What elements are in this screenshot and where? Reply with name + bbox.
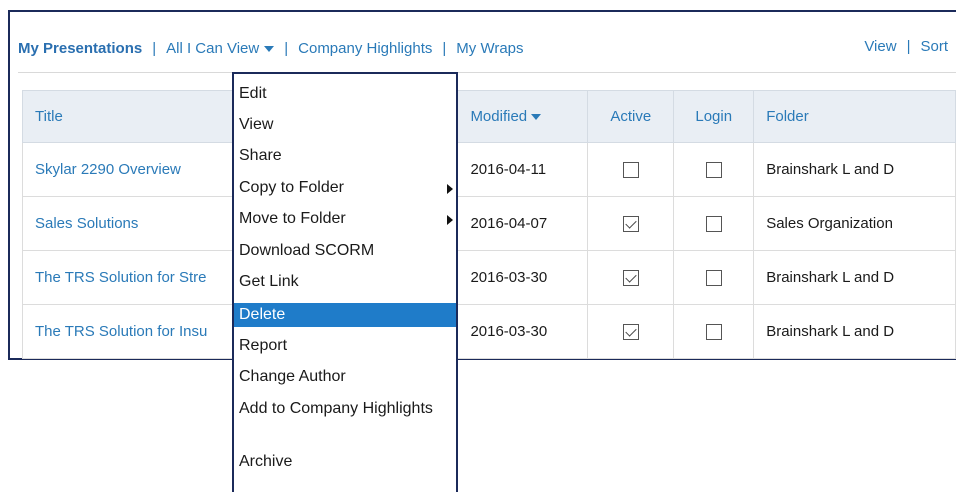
cell-modified: 2016-03-30 <box>457 250 589 305</box>
cell-folder: Brainshark L and D <box>753 304 956 359</box>
menu-item-label: Change Author <box>239 368 346 385</box>
column-header-active-label: Active <box>610 108 652 125</box>
column-header-folder[interactable]: Folder <box>753 90 956 143</box>
nav-divider <box>18 72 956 73</box>
nav-separator: | <box>442 39 447 57</box>
menu-item-view[interactable]: View <box>234 115 456 135</box>
menu-item-label: View <box>239 116 274 133</box>
cell-modified: 2016-04-11 <box>457 142 589 197</box>
table-row[interactable]: The TRS Solution for Insu 2016-03-30 Brain… <box>22 304 956 359</box>
cell-modified: 2016-04-07 <box>457 196 589 251</box>
cell-active <box>587 142 675 197</box>
nav-my-presentations[interactable]: My Presentations <box>18 40 142 57</box>
column-header-folder-label: Folder <box>766 108 809 125</box>
menu-item-edit[interactable]: Edit <box>234 84 456 104</box>
presentation-title-link[interactable]: Skylar 2290 Overview <box>35 161 181 178</box>
presentation-title-link[interactable]: The TRS Solution for Stre <box>35 269 206 286</box>
menu-item-move-to-folder[interactable]: Move to Folder <box>234 209 456 229</box>
view-link[interactable]: View <box>864 38 896 55</box>
column-header-active[interactable]: Active <box>587 90 675 143</box>
login-checkbox[interactable] <box>705 270 722 287</box>
menu-item-delete[interactable]: Delete <box>234 303 456 327</box>
nav-separator: | <box>284 39 289 57</box>
cell-folder: Brainshark L and D <box>753 142 956 197</box>
sort-link[interactable]: Sort <box>920 38 948 55</box>
menu-item-add-to-company-highlights[interactable]: Add to Company Highlights <box>234 399 456 443</box>
menu-item-copy-to-folder[interactable]: Copy to Folder <box>234 178 456 198</box>
cell-active <box>587 196 675 251</box>
menu-item-label: Move to Folder <box>239 210 346 227</box>
nav-my-wraps[interactable]: My Wraps <box>456 40 523 57</box>
presentation-filter-nav: My Presentations | All I Can View | Comp… <box>18 38 524 58</box>
cell-login <box>673 250 755 305</box>
table-row[interactable]: Skylar 2290 Overview 2016-04-11 Brainshark… <box>22 142 956 197</box>
login-checkbox[interactable] <box>705 216 722 233</box>
cell-title: The TRS Solution for Stre <box>22 250 233 305</box>
caret-down-icon <box>264 45 275 52</box>
menu-item-label: Report <box>239 337 288 354</box>
cell-login <box>673 304 755 359</box>
active-checkbox[interactable] <box>622 324 639 341</box>
presentation-context-menu: Edit View Share Copy to Folder Move to Folde… <box>232 72 458 492</box>
nav-company-highlights[interactable]: Company Highlights <box>298 40 432 57</box>
active-checkbox[interactable] <box>622 216 639 233</box>
sort-desc-icon <box>531 114 542 121</box>
view-sort-nav: View | Sort <box>864 38 948 55</box>
menu-item-label: Get Link <box>239 273 299 290</box>
cell-title: The TRS Solution for Insu <box>22 304 233 359</box>
login-checkbox[interactable] <box>705 162 722 179</box>
menu-item-get-link[interactable]: Get Link <box>234 272 456 292</box>
cell-active <box>587 250 675 305</box>
cell-folder: Brainshark L and D <box>753 250 956 305</box>
menu-item-label: Add to Company Highlights <box>239 400 433 417</box>
nav-separator: | <box>152 39 157 57</box>
cell-login <box>673 142 755 197</box>
cell-active <box>587 304 675 359</box>
menu-item-label: Archive <box>239 453 293 470</box>
menu-item-share[interactable]: Share <box>234 146 456 166</box>
column-header-login-label: Login <box>695 108 733 125</box>
presentation-title-link[interactable]: Sales Solutions <box>35 215 138 232</box>
cell-title: Sales Solutions <box>22 196 233 251</box>
active-checkbox[interactable] <box>622 162 639 179</box>
active-checkbox[interactable] <box>622 270 639 287</box>
menu-item-label: Copy to Folder <box>239 179 344 196</box>
table-header-row: Title Modified Active Login Folder <box>22 90 956 143</box>
presentations-table: Title Modified Active Login Folder Skyla… <box>22 90 956 359</box>
submenu-arrow-icon <box>447 215 453 225</box>
nav-separator: | <box>906 38 911 55</box>
cell-folder: Sales Organization <box>753 196 956 251</box>
column-header-title-label: Title <box>35 108 63 125</box>
nav-all-i-can-view-label: All I Can View <box>166 39 260 57</box>
column-header-title[interactable]: Title <box>22 90 233 143</box>
cell-modified: 2016-03-30 <box>457 304 589 359</box>
login-checkbox[interactable] <box>705 324 722 341</box>
column-header-login[interactable]: Login <box>673 90 755 143</box>
submenu-arrow-icon <box>447 184 453 194</box>
cell-title: Skylar 2290 Overview <box>22 142 233 197</box>
column-header-modified-label: Modified <box>470 108 528 125</box>
presentation-title-link[interactable]: The TRS Solution for Insu <box>35 323 207 340</box>
menu-item-archive[interactable]: Archive <box>234 452 456 472</box>
menu-item-label: Delete <box>239 306 286 323</box>
menu-item-label: Download SCORM <box>239 242 375 259</box>
menu-item-download-scorm[interactable]: Download SCORM <box>234 241 456 261</box>
cell-login <box>673 196 755 251</box>
menu-item-change-author[interactable]: Change Author <box>234 367 456 387</box>
menu-item-report[interactable]: Report <box>234 336 456 356</box>
column-header-modified[interactable]: Modified <box>457 90 589 143</box>
table-row[interactable]: Sales Solutions 2016-04-07 Sales Organizat… <box>22 196 956 251</box>
menu-item-label: Share <box>239 147 282 164</box>
menu-item-label: Edit <box>239 85 267 102</box>
table-row[interactable]: The TRS Solution for Stre 2016-03-30 Brain… <box>22 250 956 305</box>
nav-all-i-can-view[interactable]: All I Can View <box>166 39 275 57</box>
